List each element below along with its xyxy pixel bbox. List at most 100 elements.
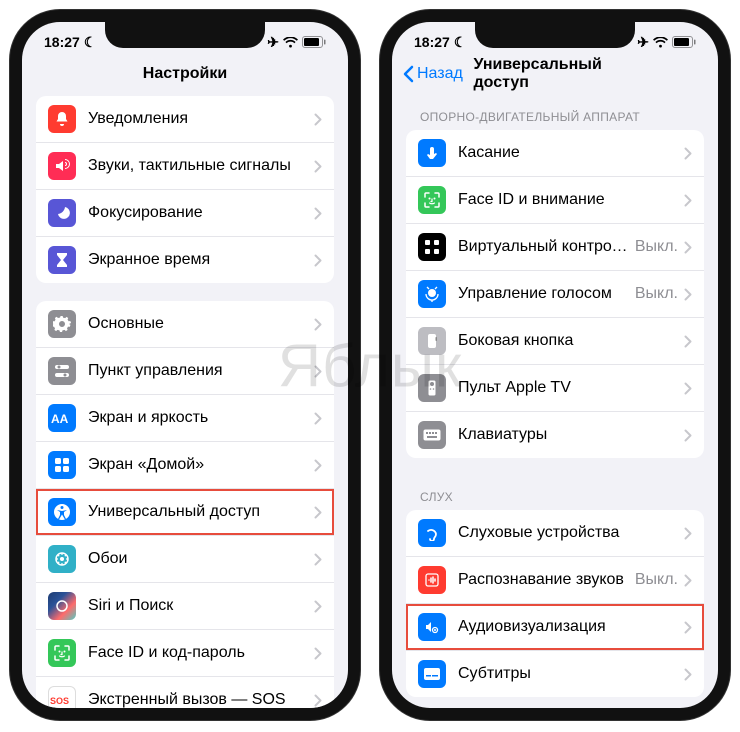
status-time: 18:27 <box>414 34 450 50</box>
settings-row[interactable]: Пульт Apple TV <box>406 365 704 412</box>
settings-row[interactable]: Распознавание звуковВыкл. <box>406 557 704 604</box>
row-label: Экстренный вызов — SOS <box>88 691 314 708</box>
row-label: Клавиатуры <box>458 426 684 444</box>
wifi-icon <box>283 37 298 48</box>
settings-row[interactable]: Универсальный доступ <box>36 489 334 536</box>
notch <box>475 22 635 48</box>
settings-row[interactable]: Face ID и код-пароль <box>36 630 334 677</box>
chevron-right-icon <box>684 335 692 348</box>
status-time: 18:27 <box>44 34 80 50</box>
settings-row[interactable]: Звуки, тактильные сигналы <box>36 143 334 190</box>
settings-list-right[interactable]: ОПОРНО-ДВИГАТЕЛЬНЫЙ АППАРАТ Касание Face I… <box>392 96 718 708</box>
row-label: Face ID и код-пароль <box>88 644 314 662</box>
settings-row[interactable]: Пункт управления <box>36 348 334 395</box>
chevron-right-icon <box>314 160 322 173</box>
nav-bar-left: Настройки <box>22 56 348 96</box>
ear-icon <box>418 519 446 547</box>
chevron-right-icon <box>684 382 692 395</box>
subtitles-icon <box>418 660 446 688</box>
row-label: Виртуальный контроллер <box>458 238 635 256</box>
sound-recognition-icon <box>418 566 446 594</box>
settings-row[interactable]: Виртуальный контроллерВыкл. <box>406 224 704 271</box>
row-label: Касание <box>458 144 684 162</box>
settings-row[interactable]: Face ID и внимание <box>406 177 704 224</box>
settings-row[interactable]: Слуховые устройства <box>406 510 704 557</box>
phone-left: 18:27 ☾ ✈︎ Настройки УведомленияЗвуки, т… <box>10 10 360 720</box>
remote-icon <box>418 374 446 402</box>
chevron-right-icon <box>314 647 322 660</box>
battery-icon <box>672 36 696 48</box>
siri-icon <box>48 592 76 620</box>
side-button-icon <box>418 327 446 355</box>
notch <box>105 22 265 48</box>
settings-row[interactable]: AA Экран и яркость <box>36 395 334 442</box>
svg-text:AA: AA <box>51 412 69 426</box>
chevron-right-icon <box>684 194 692 207</box>
chevron-right-icon <box>314 207 322 220</box>
row-label: Управление голосом <box>458 285 635 303</box>
row-label: Face ID и внимание <box>458 191 684 209</box>
accessibility-icon <box>48 498 76 526</box>
row-detail: Выкл. <box>635 571 678 589</box>
settings-row[interactable]: SOS Экстренный вызов — SOS <box>36 677 334 708</box>
chevron-right-icon <box>684 147 692 160</box>
grid-icon <box>48 451 76 479</box>
chevron-right-icon <box>314 318 322 331</box>
chevron-right-icon <box>684 574 692 587</box>
chevron-right-icon <box>314 600 322 613</box>
settings-group: Слуховые устройстваРаспознавание звуковВ… <box>406 510 704 697</box>
chevron-right-icon <box>684 241 692 254</box>
battery-icon <box>302 36 326 48</box>
chevron-right-icon <box>684 621 692 634</box>
airplane-icon: ✈︎ <box>637 34 649 51</box>
wifi-icon <box>653 37 668 48</box>
page-title: Настройки <box>143 65 227 83</box>
switch-control-icon <box>418 233 446 261</box>
text-size-icon: AA <box>48 404 76 432</box>
phone-comparison: 18:27 ☾ ✈︎ Настройки УведомленияЗвуки, т… <box>0 0 740 730</box>
settings-row[interactable]: Управление голосомВыкл. <box>406 271 704 318</box>
screen-right: 18:27 ☾ ✈︎ Назад Униве <box>392 22 718 708</box>
settings-row[interactable]: Касание <box>406 130 704 177</box>
faceid-icon <box>418 186 446 214</box>
row-label: Основные <box>88 315 314 333</box>
settings-row[interactable]: Субтитры <box>406 651 704 697</box>
row-label: Экран и яркость <box>88 409 314 427</box>
settings-row[interactable]: Основные <box>36 301 334 348</box>
row-label: Экранное время <box>88 251 314 269</box>
chevron-right-icon <box>314 694 322 707</box>
moon-icon: ☾ <box>84 34 97 51</box>
row-label: Пульт Apple TV <box>458 379 684 397</box>
settings-row[interactable]: Уведомления <box>36 96 334 143</box>
back-button[interactable]: Назад <box>402 65 463 83</box>
row-label: Пункт управления <box>88 362 314 380</box>
screen-left: 18:27 ☾ ✈︎ Настройки УведомленияЗвуки, т… <box>22 22 348 708</box>
settings-row[interactable]: Экранное время <box>36 237 334 283</box>
chevron-right-icon <box>314 254 322 267</box>
chevron-right-icon <box>314 459 322 472</box>
switches-icon <box>48 357 76 385</box>
settings-row[interactable]: Обои <box>36 536 334 583</box>
settings-row[interactable]: Фокусирование <box>36 190 334 237</box>
settings-row[interactable]: Аудиовизуализация <box>406 604 704 651</box>
row-label: Распознавание звуков <box>458 571 635 589</box>
row-label: Аудиовизуализация <box>458 618 684 636</box>
settings-row[interactable]: Экран «Домой» <box>36 442 334 489</box>
section-header: ОПОРНО-ДВИГАТЕЛЬНЫЙ АППАРАТ <box>406 96 704 130</box>
settings-row[interactable]: Боковая кнопка <box>406 318 704 365</box>
svg-text:SOS: SOS <box>50 696 69 706</box>
sos-icon: SOS <box>48 686 76 708</box>
row-label: Субтитры <box>458 665 684 683</box>
bell-icon <box>48 105 76 133</box>
section-header: СЛУХ <box>406 476 704 510</box>
moon-icon: ☾ <box>454 34 467 51</box>
row-label: Siri и Поиск <box>88 597 314 615</box>
keyboard-icon <box>418 421 446 449</box>
back-label: Назад <box>417 65 463 83</box>
settings-list-left[interactable]: УведомленияЗвуки, тактильные сигналыФоку… <box>22 96 348 708</box>
settings-row[interactable]: Клавиатуры <box>406 412 704 458</box>
settings-group: УведомленияЗвуки, тактильные сигналыФоку… <box>36 96 334 283</box>
row-detail: Выкл. <box>635 238 678 256</box>
chevron-right-icon <box>314 553 322 566</box>
settings-row[interactable]: Siri и Поиск <box>36 583 334 630</box>
